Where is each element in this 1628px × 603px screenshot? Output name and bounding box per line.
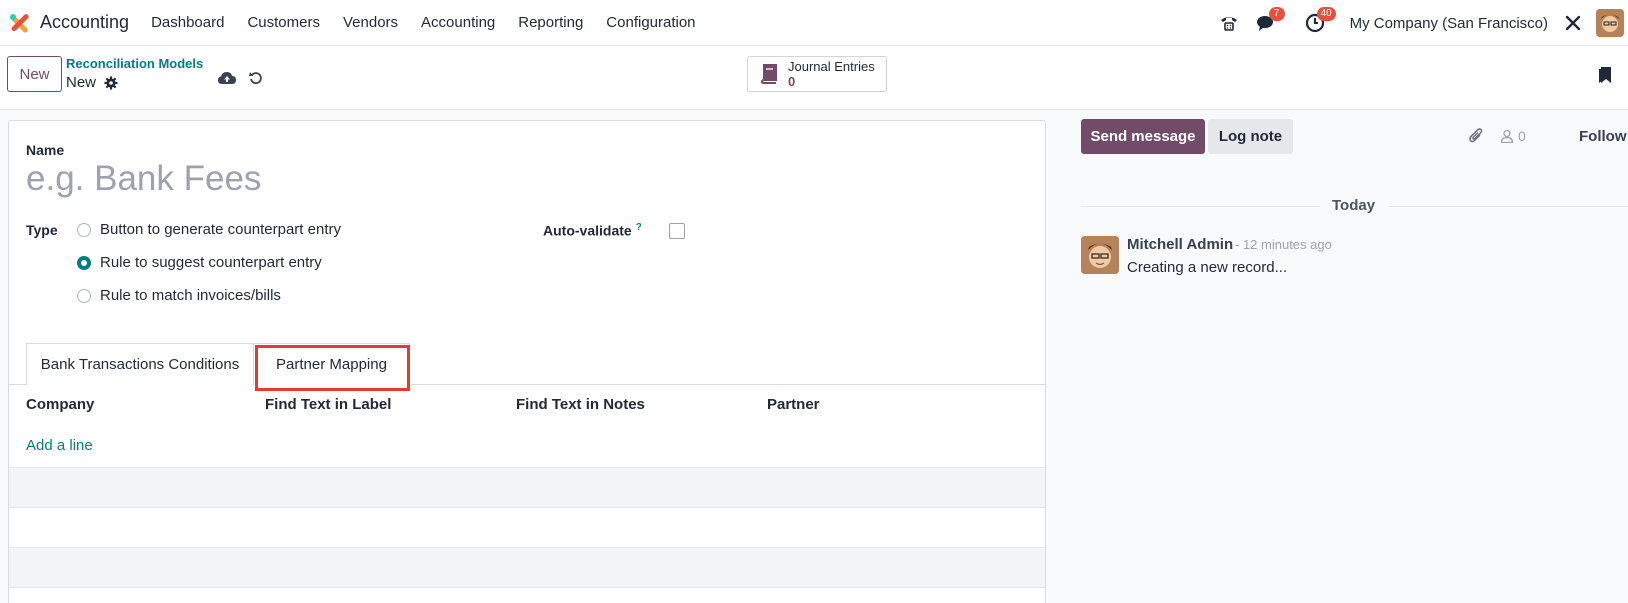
follow-button[interactable]: Follow <box>1579 128 1627 145</box>
followers-count: 0 <box>1518 128 1526 144</box>
table-row <box>9 467 1045 507</box>
radio-label: Rule to suggest counterpart entry <box>100 254 322 271</box>
messages-icon[interactable]: 7 <box>1254 7 1285 36</box>
tab-highlight-box <box>255 345 410 391</box>
followers-button[interactable]: 0 <box>1500 128 1526 144</box>
radio-label: Button to generate counterpart entry <box>100 221 341 238</box>
radio-button-counterpart[interactable]: Button to generate counterpart entry <box>77 221 341 238</box>
user-avatar[interactable] <box>1596 9 1624 37</box>
phone-icon[interactable] <box>1216 10 1242 36</box>
notebook-tabs: Bank Transactions Conditions Partner Map… <box>9 343 1045 385</box>
accounting-app-icon <box>10 13 29 33</box>
auto-validate-checkbox[interactable] <box>669 223 685 239</box>
smart-button-text: Journal Entries 0 <box>788 59 875 89</box>
user-face-icon <box>1596 9 1624 37</box>
message-author[interactable]: Mitchell Admin <box>1127 236 1233 253</box>
help-tooltip-icon[interactable]: ? <box>636 222 642 233</box>
breadcrumb-reconciliation-models[interactable]: Reconciliation Models <box>66 56 203 71</box>
radio-label: Rule to match invoices/bills <box>100 287 281 304</box>
auto-validate-label: Auto-validate? <box>543 222 642 239</box>
smart-button-count: 0 <box>788 74 796 89</box>
add-a-line-link[interactable]: Add a line <box>26 437 93 454</box>
type-label: Type <box>26 222 58 238</box>
menu-accounting[interactable]: Accounting <box>421 14 495 31</box>
column-partner[interactable]: Partner <box>767 396 820 413</box>
menu-customers[interactable]: Customers <box>247 14 320 31</box>
date-divider-right <box>1389 206 1628 207</box>
cloud-upload-icon[interactable] <box>218 71 236 85</box>
table-row <box>9 547 1045 587</box>
main-menu: Dashboard Customers Vendors Accounting R… <box>151 14 718 31</box>
smart-button-label: Journal Entries <box>788 59 875 74</box>
paperclip-icon[interactable] <box>1469 128 1483 144</box>
log-note-button[interactable]: Log note <box>1208 119 1293 154</box>
table-row <box>9 507 1045 547</box>
messages-badge: 7 <box>1268 7 1285 21</box>
form-sheet: Name e.g. Bank Fees Type Button to gener… <box>8 120 1046 603</box>
app-brand[interactable]: Accounting <box>8 12 129 34</box>
activities-badge: 40 <box>1316 7 1336 21</box>
menu-dashboard[interactable]: Dashboard <box>151 14 224 31</box>
top-navbar: Accounting Dashboard Customers Vendors A… <box>0 0 1628 46</box>
company-switcher[interactable]: My Company (San Francisco) <box>1350 15 1548 32</box>
column-company[interactable]: Company <box>26 396 94 413</box>
column-find-text-in-notes[interactable]: Find Text in Notes <box>516 396 645 413</box>
date-divider-left <box>1081 206 1320 207</box>
message-timestamp: - 12 minutes ago <box>1235 237 1332 252</box>
message-author-avatar[interactable] <box>1081 236 1119 274</box>
discard-changes-icon[interactable] <box>249 71 263 85</box>
debug-tools-icon[interactable] <box>1560 10 1586 36</box>
name-input[interactable]: e.g. Bank Fees <box>26 159 261 199</box>
activities-clock-icon[interactable]: 40 <box>1302 7 1336 36</box>
user-icon <box>1500 129 1514 143</box>
navbar-systray: 7 40 My Company (San Francisco) <box>1216 0 1628 46</box>
menu-vendors[interactable]: Vendors <box>343 14 398 31</box>
auto-validate-text: Auto-validate <box>543 222 632 239</box>
radio-circle <box>77 288 91 303</box>
radio-circle-checked <box>77 255 91 270</box>
message-body: Creating a new record... <box>1127 259 1288 276</box>
author-face-icon <box>1081 236 1119 274</box>
radio-circle <box>77 222 91 237</box>
journal-entries-smart-button[interactable]: Journal Entries 0 <box>747 56 887 92</box>
menu-configuration[interactable]: Configuration <box>606 14 695 31</box>
breadcrumb-current: New <box>66 74 118 91</box>
bookmark-icon[interactable] <box>1598 66 1612 84</box>
tab-bank-transactions-conditions[interactable]: Bank Transactions Conditions <box>26 343 254 385</box>
app-title: Accounting <box>40 12 130 32</box>
new-record-button[interactable]: New <box>7 56 62 92</box>
radio-match-invoices[interactable]: Rule to match invoices/bills <box>77 287 281 304</box>
control-panel: New Reconciliation Models New Journal En… <box>0 46 1628 110</box>
column-find-text-in-label[interactable]: Find Text in Label <box>265 396 391 413</box>
table-row <box>9 587 1045 603</box>
date-separator: Today <box>1332 197 1376 214</box>
gear-icon[interactable] <box>104 76 118 90</box>
send-message-button[interactable]: Send message <box>1081 119 1205 154</box>
name-label: Name <box>26 142 65 158</box>
menu-reporting[interactable]: Reporting <box>518 14 583 31</box>
book-icon <box>760 64 777 84</box>
radio-suggest-counterpart[interactable]: Rule to suggest counterpart entry <box>77 254 322 271</box>
record-name: New <box>66 74 97 91</box>
